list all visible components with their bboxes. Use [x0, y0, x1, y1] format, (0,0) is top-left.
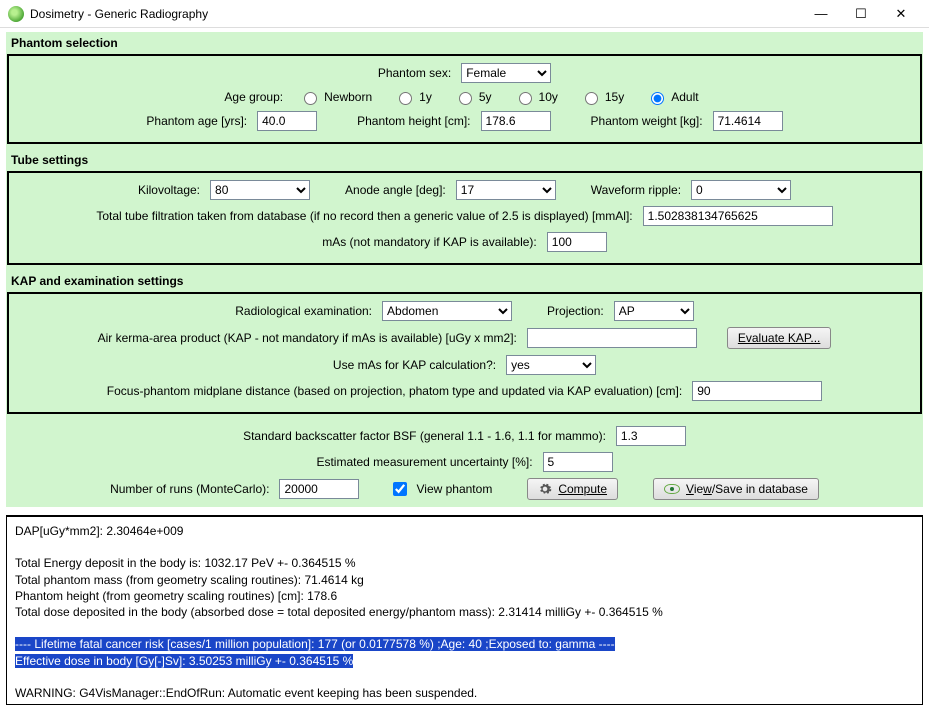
maximize-button[interactable]: ☐ [841, 0, 881, 28]
phantom-sex-select[interactable]: Female [461, 63, 551, 83]
titlebar: Dosimetry - Generic Radiography — ☐ ✕ [0, 0, 929, 28]
eye-icon [664, 484, 680, 494]
log-line: The number of events in the run exceeded… [15, 701, 914, 705]
phantom-height-label: Phantom height [cm]: [357, 114, 470, 128]
exam-label: Radiological examination: [235, 304, 372, 318]
log-line-highlight: Effective dose in body [Gy[-]Sv]: 3.5025… [15, 654, 353, 668]
use-mas-label: Use mAs for KAP calculation?: [333, 358, 496, 372]
phantom-panel: Phantom sex: Female Age group: Newborn 1… [7, 54, 922, 144]
phantom-weight-label: Phantom weight [kg]: [591, 114, 703, 128]
view-save-button[interactable]: View/Save in database [653, 478, 819, 500]
unc-label: Estimated measurement uncertainty [%]: [316, 455, 532, 469]
proj-select[interactable]: AP [614, 301, 694, 321]
ripple-label: Waveform ripple: [591, 183, 681, 197]
tube-section-title: Tube settings [7, 151, 922, 169]
phantom-height-input[interactable] [481, 111, 551, 131]
log-line: Total phantom mass (from geometry scalin… [15, 572, 914, 588]
app-icon [8, 6, 24, 22]
anode-label: Anode angle [deg]: [345, 183, 446, 197]
fpd-label: Focus-phantom midplane distance (based o… [107, 384, 682, 398]
age-group-10y[interactable]: 10y [514, 89, 558, 105]
minimize-button[interactable]: — [801, 0, 841, 28]
age-group-1y[interactable]: 1y [394, 89, 432, 105]
filtration-input[interactable] [643, 206, 833, 226]
kap-section-title: KAP and examination settings [7, 272, 922, 290]
kap-input[interactable] [527, 328, 697, 348]
use-mas-select[interactable]: yes [506, 355, 596, 375]
lower-controls: Standard backscatter factor BSF (general… [6, 419, 923, 507]
log-line: Phantom height (from geometry scaling ro… [15, 588, 914, 604]
age-group-15y[interactable]: 15y [580, 89, 624, 105]
view-phantom-checkbox[interactable]: View phantom [389, 479, 492, 499]
gear-icon [538, 482, 552, 496]
tube-panel: Kilovoltage: 80 Anode angle [deg]: 17 Wa… [7, 171, 922, 265]
kv-label: Kilovoltage: [138, 183, 200, 197]
kap-panel: Radiological examination: Abdomen Projec… [7, 292, 922, 414]
compute-button[interactable]: Compute [527, 478, 618, 500]
kap-label: Air kerma-area product (KAP - not mandat… [98, 331, 517, 345]
window-title: Dosimetry - Generic Radiography [30, 7, 208, 21]
evaluate-kap-button[interactable]: Evaluate KAP... [727, 327, 832, 349]
log-line: Total dose deposited in the body (absorb… [15, 604, 914, 620]
runs-label: Number of runs (MonteCarlo): [110, 482, 269, 496]
output-log[interactable]: DAP[uGy*mm2]: 2.30464e+009 Total Energy … [6, 515, 923, 705]
view-phantom-check[interactable] [393, 482, 407, 496]
phantom-section-title: Phantom selection [7, 34, 922, 52]
bsf-label: Standard backscatter factor BSF (general… [243, 429, 606, 443]
bsf-input[interactable] [616, 426, 686, 446]
unc-input[interactable] [543, 452, 613, 472]
filtration-label: Total tube filtration taken from databas… [96, 209, 632, 223]
log-line: DAP[uGy*mm2]: 2.30464e+009 [15, 523, 914, 539]
close-button[interactable]: ✕ [881, 0, 921, 28]
age-group-newborn[interactable]: Newborn [299, 89, 372, 105]
phantom-age-input[interactable] [257, 111, 317, 131]
log-line: WARNING: G4VisManager::EndOfRun: Automat… [15, 685, 914, 701]
log-line: Total Energy deposit in the body is: 103… [15, 555, 914, 571]
proj-label: Projection: [547, 304, 604, 318]
kv-select[interactable]: 80 [210, 180, 310, 200]
fpd-input[interactable] [692, 381, 822, 401]
exam-select[interactable]: Abdomen [382, 301, 512, 321]
mas-input[interactable] [547, 232, 607, 252]
runs-input[interactable] [279, 479, 359, 499]
age-group-label: Age group: [224, 90, 283, 104]
ripple-select[interactable]: 0 [691, 180, 791, 200]
phantom-weight-input[interactable] [713, 111, 783, 131]
age-group-5y[interactable]: 5y [454, 89, 492, 105]
anode-select[interactable]: 17 [456, 180, 556, 200]
log-line-highlight: ---- Lifetime fatal cancer risk [cases/1… [15, 637, 615, 651]
phantom-sex-label: Phantom sex: [378, 66, 451, 80]
mas-label: mAs (not mandatory if KAP is available): [322, 235, 537, 249]
age-group-adult[interactable]: Adult [646, 89, 698, 105]
phantom-age-label: Phantom age [yrs]: [146, 114, 247, 128]
